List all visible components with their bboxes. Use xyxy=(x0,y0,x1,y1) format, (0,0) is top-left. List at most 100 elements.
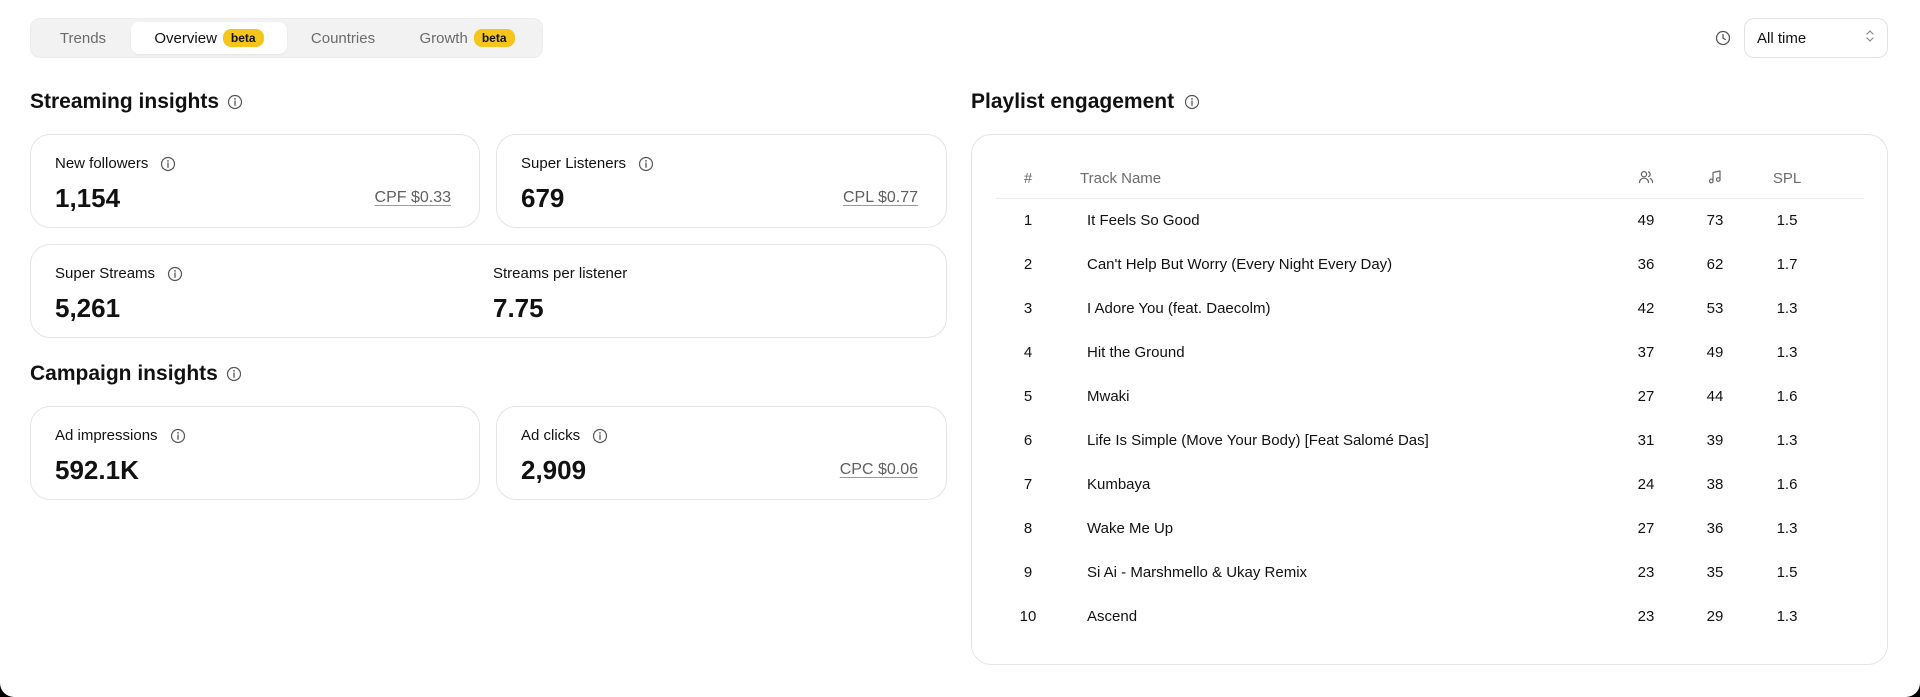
track-streams: 44 xyxy=(1706,388,1724,405)
info-icon[interactable] xyxy=(638,156,654,172)
track-listeners: 27 xyxy=(1637,388,1655,405)
metric-label: New followers xyxy=(55,155,176,172)
track-name: Ascend xyxy=(1087,608,1138,625)
track-listeners: 23 xyxy=(1637,608,1655,625)
cost-per-click[interactable]: CPC $0.06 xyxy=(840,461,918,479)
metric-value: 2,909 xyxy=(521,455,587,485)
table-row[interactable]: 1 It Feels So Good 49 73 1.5 xyxy=(996,199,1864,243)
table-row[interactable]: 4 Hit the Ground 37 49 1.3 xyxy=(996,331,1864,375)
table-row[interactable]: 8 Wake Me Up 27 36 1.3 xyxy=(996,507,1864,551)
track-streams: 39 xyxy=(1706,432,1724,449)
time-range-select[interactable]: All time xyxy=(1744,18,1888,58)
tab-label: Trends xyxy=(59,29,107,47)
info-icon[interactable] xyxy=(226,366,242,382)
table-row[interactable]: 6 Life Is Simple (Move Your Body) [Feat S… xyxy=(996,419,1864,463)
metric-value: 1,154 xyxy=(55,183,121,213)
super-listeners-card: Super Listeners 679 CPL $0.77 xyxy=(496,134,947,228)
metric-value: 679 xyxy=(521,183,565,213)
tab-trends[interactable]: Trends xyxy=(35,22,131,54)
table-row[interactable]: 9 Si Ai - Marshmello & Ukay Remix 23 35 1.5 xyxy=(996,551,1864,595)
track-spl: 1.3 xyxy=(1776,608,1798,625)
table-row[interactable]: 7 Kumbaya 24 38 1.6 xyxy=(996,463,1864,507)
metric-label: Streams per listener xyxy=(493,265,627,282)
tab-label: Countries xyxy=(310,29,376,47)
track-streams: 62 xyxy=(1706,256,1724,273)
column-header-number: # xyxy=(1023,170,1033,187)
time-range-value: All time xyxy=(1757,29,1807,47)
track-spl: 1.6 xyxy=(1776,388,1798,405)
track-streams: 35 xyxy=(1706,564,1724,581)
column-header-spl[interactable]: SPL xyxy=(1762,170,1812,187)
ad-impressions-card: Ad impressions 592.1K xyxy=(30,406,480,500)
clock-icon[interactable] xyxy=(1712,27,1734,49)
table-row[interactable]: 2 Can't Help But Worry (Every Night Every… xyxy=(996,243,1864,287)
table-row[interactable]: 10 Ascend 23 29 1.3 xyxy=(996,595,1864,639)
track-spl: 1.3 xyxy=(1776,432,1798,449)
track-streams: 38 xyxy=(1706,476,1724,493)
playlist-engagement-title: Playlist engagement xyxy=(971,90,1200,114)
users-icon[interactable] xyxy=(1621,169,1671,189)
metric-label-text: Super Listeners xyxy=(521,155,627,172)
view-tabs: Trends Overview beta Countries Growth be… xyxy=(30,18,543,58)
metric-value: 5,261 xyxy=(55,293,121,323)
track-spl: 1.3 xyxy=(1776,520,1798,537)
track-name: Si Ai - Marshmello & Ukay Remix xyxy=(1087,564,1308,581)
info-icon[interactable] xyxy=(167,266,183,282)
track-listeners: 49 xyxy=(1637,212,1655,229)
track-spl: 1.5 xyxy=(1776,212,1798,229)
info-icon[interactable] xyxy=(170,428,186,444)
track-streams: 36 xyxy=(1706,520,1724,537)
beta-badge: beta xyxy=(222,29,264,47)
track-number: 10 xyxy=(1019,608,1037,625)
metric-value: 592.1K xyxy=(55,455,139,485)
track-number: 3 xyxy=(1023,300,1033,317)
track-name: Kumbaya xyxy=(1087,476,1151,493)
track-listeners: 24 xyxy=(1637,476,1655,493)
tab-overview[interactable]: Overview beta xyxy=(131,22,287,54)
table-row[interactable]: 5 Mwaki 27 44 1.6 xyxy=(996,375,1864,419)
track-listeners: 37 xyxy=(1637,344,1655,361)
super-streams-card: Super Streams 5,261 Streams per listener… xyxy=(30,244,947,338)
metric-label: Super Listeners xyxy=(521,155,654,172)
column-header-track: Track Name xyxy=(1080,170,1162,187)
tab-countries[interactable]: Countries xyxy=(287,22,399,54)
info-icon[interactable] xyxy=(1184,94,1200,110)
track-name: Wake Me Up xyxy=(1087,520,1174,537)
track-number: 6 xyxy=(1023,432,1033,449)
track-listeners: 42 xyxy=(1637,300,1655,317)
track-listeners: 27 xyxy=(1637,520,1655,537)
track-listeners: 31 xyxy=(1637,432,1655,449)
track-spl: 1.3 xyxy=(1776,344,1798,361)
metric-label-text: Ad impressions xyxy=(55,427,158,444)
track-name: Can't Help But Worry (Every Night Every … xyxy=(1087,256,1393,273)
beta-badge: beta xyxy=(473,29,515,47)
chevron-updown-icon xyxy=(1865,29,1875,47)
tab-growth[interactable]: Growth beta xyxy=(399,22,535,54)
tab-label: Overview xyxy=(154,29,217,47)
ad-clicks-card: Ad clicks 2,909 CPC $0.06 xyxy=(496,406,947,500)
track-streams: 73 xyxy=(1706,212,1724,229)
track-name: I Adore You (feat. Daecolm) xyxy=(1087,300,1271,317)
metric-label-text: Streams per listener xyxy=(493,265,628,282)
cost-per-listener[interactable]: CPL $0.77 xyxy=(843,189,918,207)
music-note-icon[interactable] xyxy=(1690,169,1740,189)
track-spl: 1.3 xyxy=(1776,300,1798,317)
track-streams: 49 xyxy=(1706,344,1724,361)
track-number: 2 xyxy=(1023,256,1033,273)
track-name: Hit the Ground xyxy=(1087,344,1185,361)
track-streams: 53 xyxy=(1706,300,1724,317)
cost-per-follower[interactable]: CPF $0.33 xyxy=(375,189,451,207)
metric-label-text: Super Streams xyxy=(55,265,156,282)
info-icon[interactable] xyxy=(160,156,176,172)
table-row[interactable]: 3 I Adore You (feat. Daecolm) 42 53 1.3 xyxy=(996,287,1864,331)
track-spl: 1.7 xyxy=(1776,256,1798,273)
table-header: # Track Name SPL xyxy=(996,164,1864,199)
metric-value: 7.75 xyxy=(493,293,544,323)
section-title-text: Playlist engagement xyxy=(971,90,1175,113)
track-listeners: 36 xyxy=(1637,256,1655,273)
tab-label: Growth xyxy=(419,29,468,47)
info-icon[interactable] xyxy=(592,428,608,444)
campaign-insights-title: Campaign insights xyxy=(30,362,242,386)
info-icon[interactable] xyxy=(227,94,243,110)
track-number: 1 xyxy=(1023,212,1033,229)
